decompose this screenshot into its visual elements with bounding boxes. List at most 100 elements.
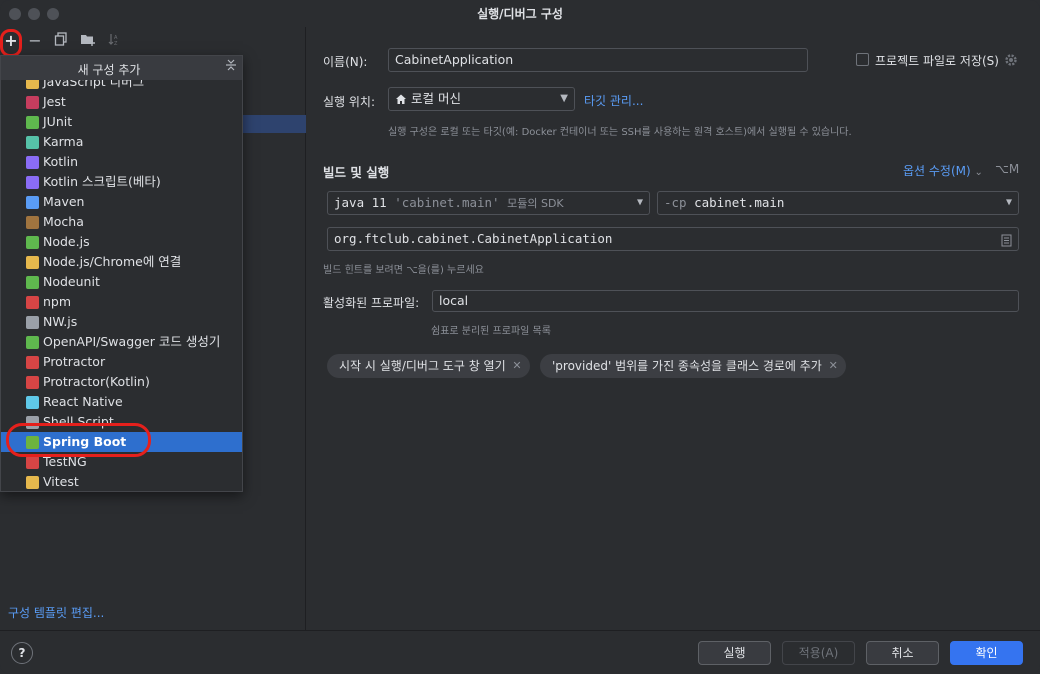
add-provided-scope-option-chip[interactable]: 'provided' 범위를 가진 종속성을 클래스 경로에 추가 ✕ <box>540 354 846 378</box>
store-as-project-file-label: 프로젝트 파일로 저장(S) <box>875 54 999 68</box>
chevron-down-icon: ▼ <box>1005 197 1012 208</box>
build-hint: 빌드 힌트를 보려면 ⌥을(를) 누르세요 <box>323 265 484 276</box>
karma-icon <box>26 136 39 149</box>
protractor-kotlin-icon <box>26 376 39 389</box>
configuration-type-item[interactable]: Node.js <box>1 232 242 252</box>
run-on-hint: 실행 구성은 로컬 또는 타깃(예: Docker 컨테이너 또는 SSH를 사… <box>388 127 852 138</box>
run-on-value: 로컬 머신 <box>411 91 461 106</box>
configuration-type-label: Mocha <box>43 214 84 229</box>
nodejs-icon <box>26 236 39 249</box>
name-label: 이름(N): <box>323 55 368 69</box>
jest-icon <box>26 96 39 109</box>
folder-plus-icon[interactable] <box>78 30 98 52</box>
ok-button[interactable]: 확인 <box>950 641 1023 665</box>
configuration-type-item[interactable]: Protractor(Kotlin) <box>1 372 242 392</box>
close-icon[interactable]: ✕ <box>512 354 521 378</box>
manage-targets-link[interactable]: 타깃 관리... <box>584 92 643 109</box>
configuration-type-item[interactable]: NW.js <box>1 312 242 332</box>
configuration-type-item[interactable]: Kotlin 스크립트(베타) <box>1 172 242 192</box>
help-button[interactable]: ? <box>11 642 33 664</box>
close-icon[interactable]: ✕ <box>829 354 838 378</box>
run-debug-configurations-dialog: 실행/디버그 구성 + − AZ JavaScript 디버그 Jest JUnit… <box>0 0 1040 674</box>
junit-icon <box>26 116 39 129</box>
jdk-version: java 11 <box>334 195 387 210</box>
vitest-icon <box>26 476 39 489</box>
build-and-run-section-title: 빌드 및 실행 <box>323 165 390 180</box>
active-profiles-label: 활성화된 프로파일: <box>323 296 420 310</box>
modify-options-shortcut: ⌥M <box>995 162 1020 176</box>
remove-configuration-icon[interactable]: − <box>25 30 45 52</box>
configuration-type-label: Karma <box>43 134 84 149</box>
configuration-type-item[interactable]: Karma <box>1 132 242 152</box>
jdk-dropdown[interactable]: java 11 'cabinet.main' 모듈의 SDK ▼ <box>327 191 650 215</box>
configuration-type-item[interactable]: Nodeunit <box>1 272 242 292</box>
nwjs-icon <box>26 316 39 329</box>
jdk-module: 'cabinet.main' <box>394 195 500 210</box>
configuration-type-label: Jest <box>43 94 66 109</box>
configuration-type-label: npm <box>43 294 72 309</box>
apply-button[interactable]: 적용(A) <box>782 641 855 665</box>
selected-configuration-row[interactable] <box>243 115 306 133</box>
configuration-type-item[interactable]: Maven <box>1 192 242 212</box>
spring-boot-highlight <box>6 423 151 457</box>
react-native-icon <box>26 396 39 409</box>
configuration-type-item[interactable]: Protractor <box>1 352 242 372</box>
configuration-type-item[interactable]: OpenAPI/Swagger 코드 생성기 <box>1 332 242 352</box>
maven-icon <box>26 196 39 209</box>
configuration-type-label: OpenAPI/Swagger 코드 생성기 <box>43 334 221 349</box>
configuration-type-label: Protractor(Kotlin) <box>43 374 150 389</box>
active-profiles-field[interactable]: local <box>432 290 1019 312</box>
add-button-highlight <box>0 29 22 57</box>
configuration-type-label: Node.js/Chrome에 연결 <box>43 254 182 269</box>
configuration-type-label: Kotlin <box>43 154 78 169</box>
jdk-suffix: 모듈의 SDK <box>507 197 564 210</box>
copy-configuration-icon[interactable] <box>51 30 71 52</box>
popup-header: 새 구성 추가 <box>1 56 242 80</box>
gear-icon[interactable] <box>1004 53 1018 70</box>
configurations-toolbar: + − AZ <box>0 27 306 55</box>
configuration-type-item[interactable]: Kotlin <box>1 152 242 172</box>
home-icon <box>395 88 407 112</box>
npm-icon <box>26 296 39 309</box>
configuration-type-item[interactable]: Vitest <box>1 472 242 491</box>
configuration-type-item[interactable]: React Native <box>1 392 242 412</box>
configuration-type-item[interactable]: Jest <box>1 92 242 112</box>
configuration-type-label: Protractor <box>43 354 106 369</box>
sort-icon[interactable]: AZ <box>104 30 124 52</box>
popup-title: 새 구성 추가 <box>77 63 141 77</box>
modify-options-link[interactable]: 옵션 수정(M) ⌄ <box>903 162 983 179</box>
configuration-type-label: Node.js <box>43 234 90 249</box>
browse-class-icon[interactable] <box>1001 232 1012 254</box>
configuration-type-label: Vitest <box>43 474 79 489</box>
collapse-all-icon[interactable] <box>225 58 237 76</box>
main-class-value: org.ftclub.cabinet.CabinetApplication <box>334 231 613 246</box>
configuration-type-item[interactable]: Node.js/Chrome에 연결 <box>1 252 242 272</box>
edit-configuration-templates-link[interactable]: 구성 템플릿 편집... <box>8 604 104 621</box>
configuration-type-label: Nodeunit <box>43 274 100 289</box>
chip-label: 'provided' 범위를 가진 종속성을 클래스 경로에 추가 <box>552 359 822 373</box>
openapi-icon <box>26 336 39 349</box>
configuration-type-item[interactable]: npm <box>1 292 242 312</box>
nodeunit-icon <box>26 276 39 289</box>
main-class-field[interactable]: org.ftclub.cabinet.CabinetApplication <box>327 227 1019 251</box>
svg-text:Z: Z <box>114 41 118 46</box>
configuration-type-item[interactable]: Mocha <box>1 212 242 232</box>
cancel-button[interactable]: 취소 <box>866 641 939 665</box>
name-field[interactable]: CabinetApplication <box>388 48 808 72</box>
mocha-icon <box>26 216 39 229</box>
run-on-dropdown[interactable]: 로컬 머신 ▼ <box>388 87 575 111</box>
chevron-down-icon: ▼ <box>636 197 643 208</box>
store-as-project-file-checkbox[interactable] <box>856 53 869 66</box>
configuration-type-label: Maven <box>43 194 85 209</box>
protractor-icon <box>26 356 39 369</box>
nodejs-chrome-icon <box>26 256 39 269</box>
open-tool-window-option-chip[interactable]: 시작 시 실행/디버그 도구 창 열기 ✕ <box>327 354 530 378</box>
run-button[interactable]: 실행 <box>698 641 771 665</box>
configuration-settings-pane: 이름(N): CabinetApplication 프로젝트 파일로 저장(S)… <box>307 27 1040 630</box>
configuration-type-label: Kotlin 스크립트(베타) <box>43 174 161 189</box>
classpath-module-dropdown[interactable]: -cp cabinet.main ▼ <box>657 191 1019 215</box>
chevron-down-icon: ⌄ <box>974 167 983 178</box>
configuration-type-item[interactable]: JUnit <box>1 112 242 132</box>
title-bar: 실행/디버그 구성 <box>0 0 1040 27</box>
run-on-label: 실행 위치: <box>323 95 376 109</box>
